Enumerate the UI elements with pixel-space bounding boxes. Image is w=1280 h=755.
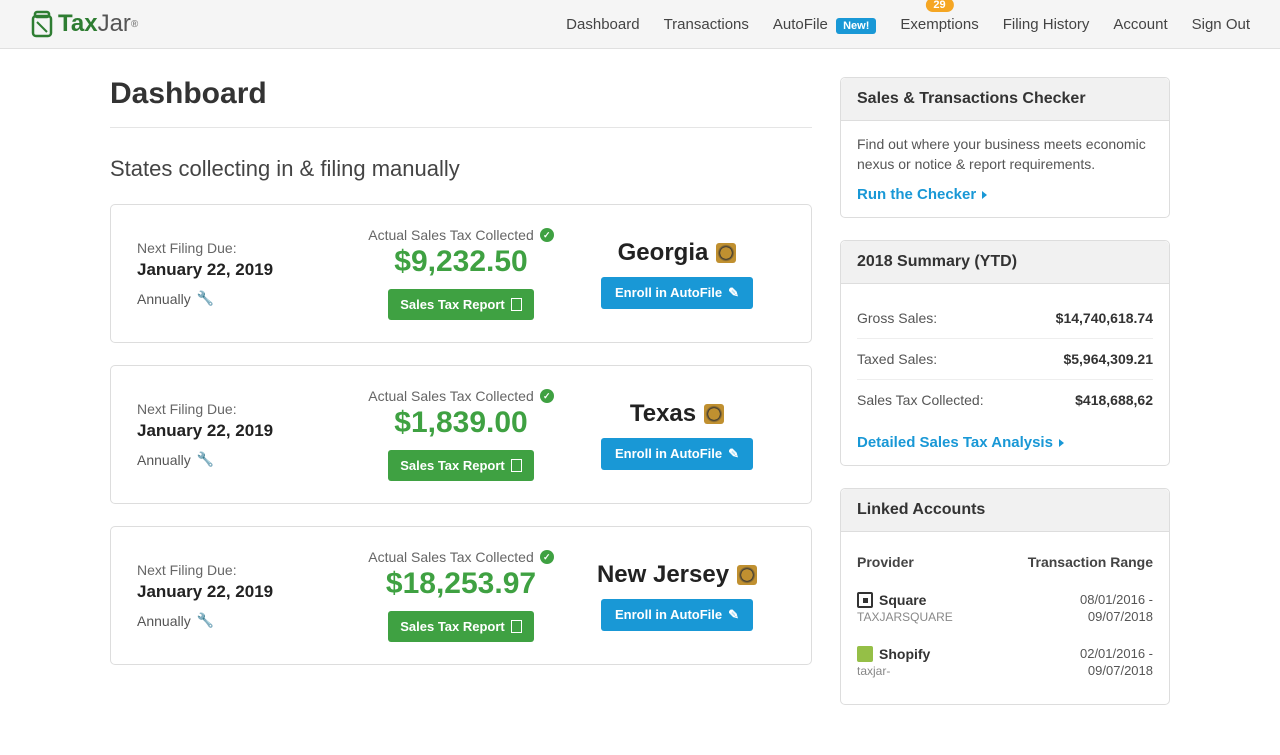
summary-label: Sales Tax Collected: bbox=[857, 392, 984, 408]
nav-autofile[interactable]: AutoFile New! bbox=[773, 16, 876, 33]
account-provider-name: Square bbox=[857, 592, 953, 608]
caret-icon bbox=[982, 191, 987, 199]
sales-tax-report-button[interactable]: Sales Tax Report bbox=[388, 450, 534, 481]
square-icon bbox=[857, 592, 873, 608]
run-checker-label: Run the Checker bbox=[857, 186, 976, 203]
state-card: Next Filing Due: January 22, 2019 Annual… bbox=[110, 204, 812, 343]
account-sub-label: TAXJARSQUARE bbox=[857, 610, 953, 624]
summary-label: Taxed Sales: bbox=[857, 351, 937, 367]
nav-filing-history[interactable]: Filing History bbox=[1003, 16, 1090, 33]
nav-transactions[interactable]: Transactions bbox=[664, 16, 749, 33]
tax-amount: $9,232.50 bbox=[353, 245, 569, 279]
enroll-autofile-button[interactable]: Enroll in AutoFile bbox=[601, 277, 753, 309]
divider bbox=[110, 127, 812, 128]
filing-frequency[interactable]: Annually🔧 bbox=[137, 612, 353, 629]
section-title: States collecting in & filing manually bbox=[110, 156, 812, 182]
tax-collected-label: Actual Sales Tax Collected✓ bbox=[368, 549, 554, 565]
summary-row: Sales Tax Collected: $418,688,62 bbox=[857, 380, 1153, 420]
linked-accounts-title: Linked Accounts bbox=[841, 489, 1169, 532]
account-row[interactable]: Shopify taxjar- 02/01/2016 -09/07/2018 bbox=[857, 636, 1153, 690]
analysis-link-label: Detailed Sales Tax Analysis bbox=[857, 434, 1053, 451]
tax-amount: $1,839.00 bbox=[353, 406, 569, 440]
nav-autofile-label: AutoFile bbox=[773, 16, 828, 33]
state-name: Georgia bbox=[618, 239, 737, 267]
accounts-head-range: Transaction Range bbox=[1028, 554, 1153, 570]
run-checker-link[interactable]: Run the Checker bbox=[857, 186, 987, 203]
account-transaction-range: 08/01/2016 -09/07/2018 bbox=[1080, 592, 1153, 626]
document-icon bbox=[511, 459, 522, 472]
state-card: Next Filing Due: January 22, 2019 Annual… bbox=[110, 526, 812, 665]
summary-value: $418,688,62 bbox=[1075, 392, 1153, 408]
enroll-autofile-button[interactable]: Enroll in AutoFile bbox=[601, 438, 753, 470]
state-name: New Jersey bbox=[597, 561, 757, 589]
linked-accounts-panel: Linked Accounts Provider Transaction Ran… bbox=[840, 488, 1170, 705]
sidebar: Sales & Transactions Checker Find out wh… bbox=[840, 77, 1170, 727]
account-sub-label: taxjar- bbox=[857, 664, 930, 678]
nav-sign-out[interactable]: Sign Out bbox=[1192, 16, 1250, 33]
check-circle-icon: ✓ bbox=[540, 550, 554, 564]
state-seal-icon bbox=[704, 404, 724, 424]
shopify-icon bbox=[857, 646, 873, 662]
logo-text-jar: Jar bbox=[98, 10, 131, 38]
checker-text: Find out where your business meets econo… bbox=[857, 135, 1153, 174]
wrench-icon: 🔧 bbox=[197, 612, 214, 629]
summary-row: Gross Sales: $14,740,618.74 bbox=[857, 298, 1153, 339]
logo-icon bbox=[30, 10, 54, 38]
wrench-icon: 🔧 bbox=[197, 290, 214, 307]
summary-panel: 2018 Summary (YTD) Gross Sales: $14,740,6… bbox=[840, 240, 1170, 466]
edit-icon bbox=[728, 285, 739, 301]
check-circle-icon: ✓ bbox=[540, 228, 554, 242]
detailed-analysis-link[interactable]: Detailed Sales Tax Analysis bbox=[857, 434, 1064, 451]
brand-logo[interactable]: TaxJar® bbox=[30, 10, 138, 38]
state-seal-icon bbox=[716, 243, 736, 263]
main-content: Dashboard States collecting in & filing … bbox=[110, 77, 812, 687]
nav-exemptions-label: Exemptions bbox=[900, 16, 978, 33]
filing-due-label: Next Filing Due: bbox=[137, 240, 353, 256]
state-card: Next Filing Due: January 22, 2019 Annual… bbox=[110, 365, 812, 504]
document-icon bbox=[511, 298, 522, 311]
exemptions-count-badge: 29 bbox=[925, 0, 953, 12]
account-row[interactable]: Square TAXJARSQUARE 08/01/2016 -09/07/2018 bbox=[857, 582, 1153, 636]
filing-due-label: Next Filing Due: bbox=[137, 562, 353, 578]
filing-due-date: January 22, 2019 bbox=[137, 260, 353, 280]
enroll-autofile-button[interactable]: Enroll in AutoFile bbox=[601, 599, 753, 631]
filing-due-date: January 22, 2019 bbox=[137, 582, 353, 602]
filing-frequency[interactable]: Annually🔧 bbox=[137, 451, 353, 468]
new-badge: New! bbox=[836, 18, 876, 34]
edit-icon bbox=[728, 446, 739, 462]
account-provider-name: Shopify bbox=[857, 646, 930, 662]
caret-icon bbox=[1059, 439, 1064, 447]
accounts-head-provider: Provider bbox=[857, 554, 914, 570]
tax-collected-label: Actual Sales Tax Collected✓ bbox=[368, 388, 554, 404]
filing-frequency[interactable]: Annually🔧 bbox=[137, 290, 353, 307]
filing-due-label: Next Filing Due: bbox=[137, 401, 353, 417]
summary-title: 2018 Summary (YTD) bbox=[841, 241, 1169, 284]
nav-exemptions[interactable]: 29Exemptions bbox=[900, 16, 978, 33]
tax-collected-label: Actual Sales Tax Collected✓ bbox=[368, 227, 554, 243]
state-name: Texas bbox=[630, 400, 724, 428]
main-nav: Dashboard Transactions AutoFile New! 29E… bbox=[566, 16, 1250, 33]
check-circle-icon: ✓ bbox=[540, 389, 554, 403]
edit-icon bbox=[728, 607, 739, 623]
account-transaction-range: 02/01/2016 -09/07/2018 bbox=[1080, 646, 1153, 680]
wrench-icon: 🔧 bbox=[197, 451, 214, 468]
trademark: ® bbox=[131, 19, 138, 30]
document-icon bbox=[511, 620, 522, 633]
summary-row: Taxed Sales: $5,964,309.21 bbox=[857, 339, 1153, 380]
state-seal-icon bbox=[737, 565, 757, 585]
tax-amount: $18,253.97 bbox=[353, 567, 569, 601]
sales-tax-report-button[interactable]: Sales Tax Report bbox=[388, 289, 534, 320]
filing-due-date: January 22, 2019 bbox=[137, 421, 353, 441]
checker-title: Sales & Transactions Checker bbox=[841, 78, 1169, 121]
nav-account[interactable]: Account bbox=[1113, 16, 1167, 33]
summary-value: $14,740,618.74 bbox=[1056, 310, 1153, 326]
checker-panel: Sales & Transactions Checker Find out wh… bbox=[840, 77, 1170, 218]
top-navigation: TaxJar® Dashboard Transactions AutoFile … bbox=[0, 0, 1280, 49]
nav-dashboard[interactable]: Dashboard bbox=[566, 16, 639, 33]
page-title: Dashboard bbox=[110, 77, 812, 111]
sales-tax-report-button[interactable]: Sales Tax Report bbox=[388, 611, 534, 642]
summary-value: $5,964,309.21 bbox=[1063, 351, 1153, 367]
logo-text-tax: Tax bbox=[58, 10, 98, 38]
summary-label: Gross Sales: bbox=[857, 310, 937, 326]
